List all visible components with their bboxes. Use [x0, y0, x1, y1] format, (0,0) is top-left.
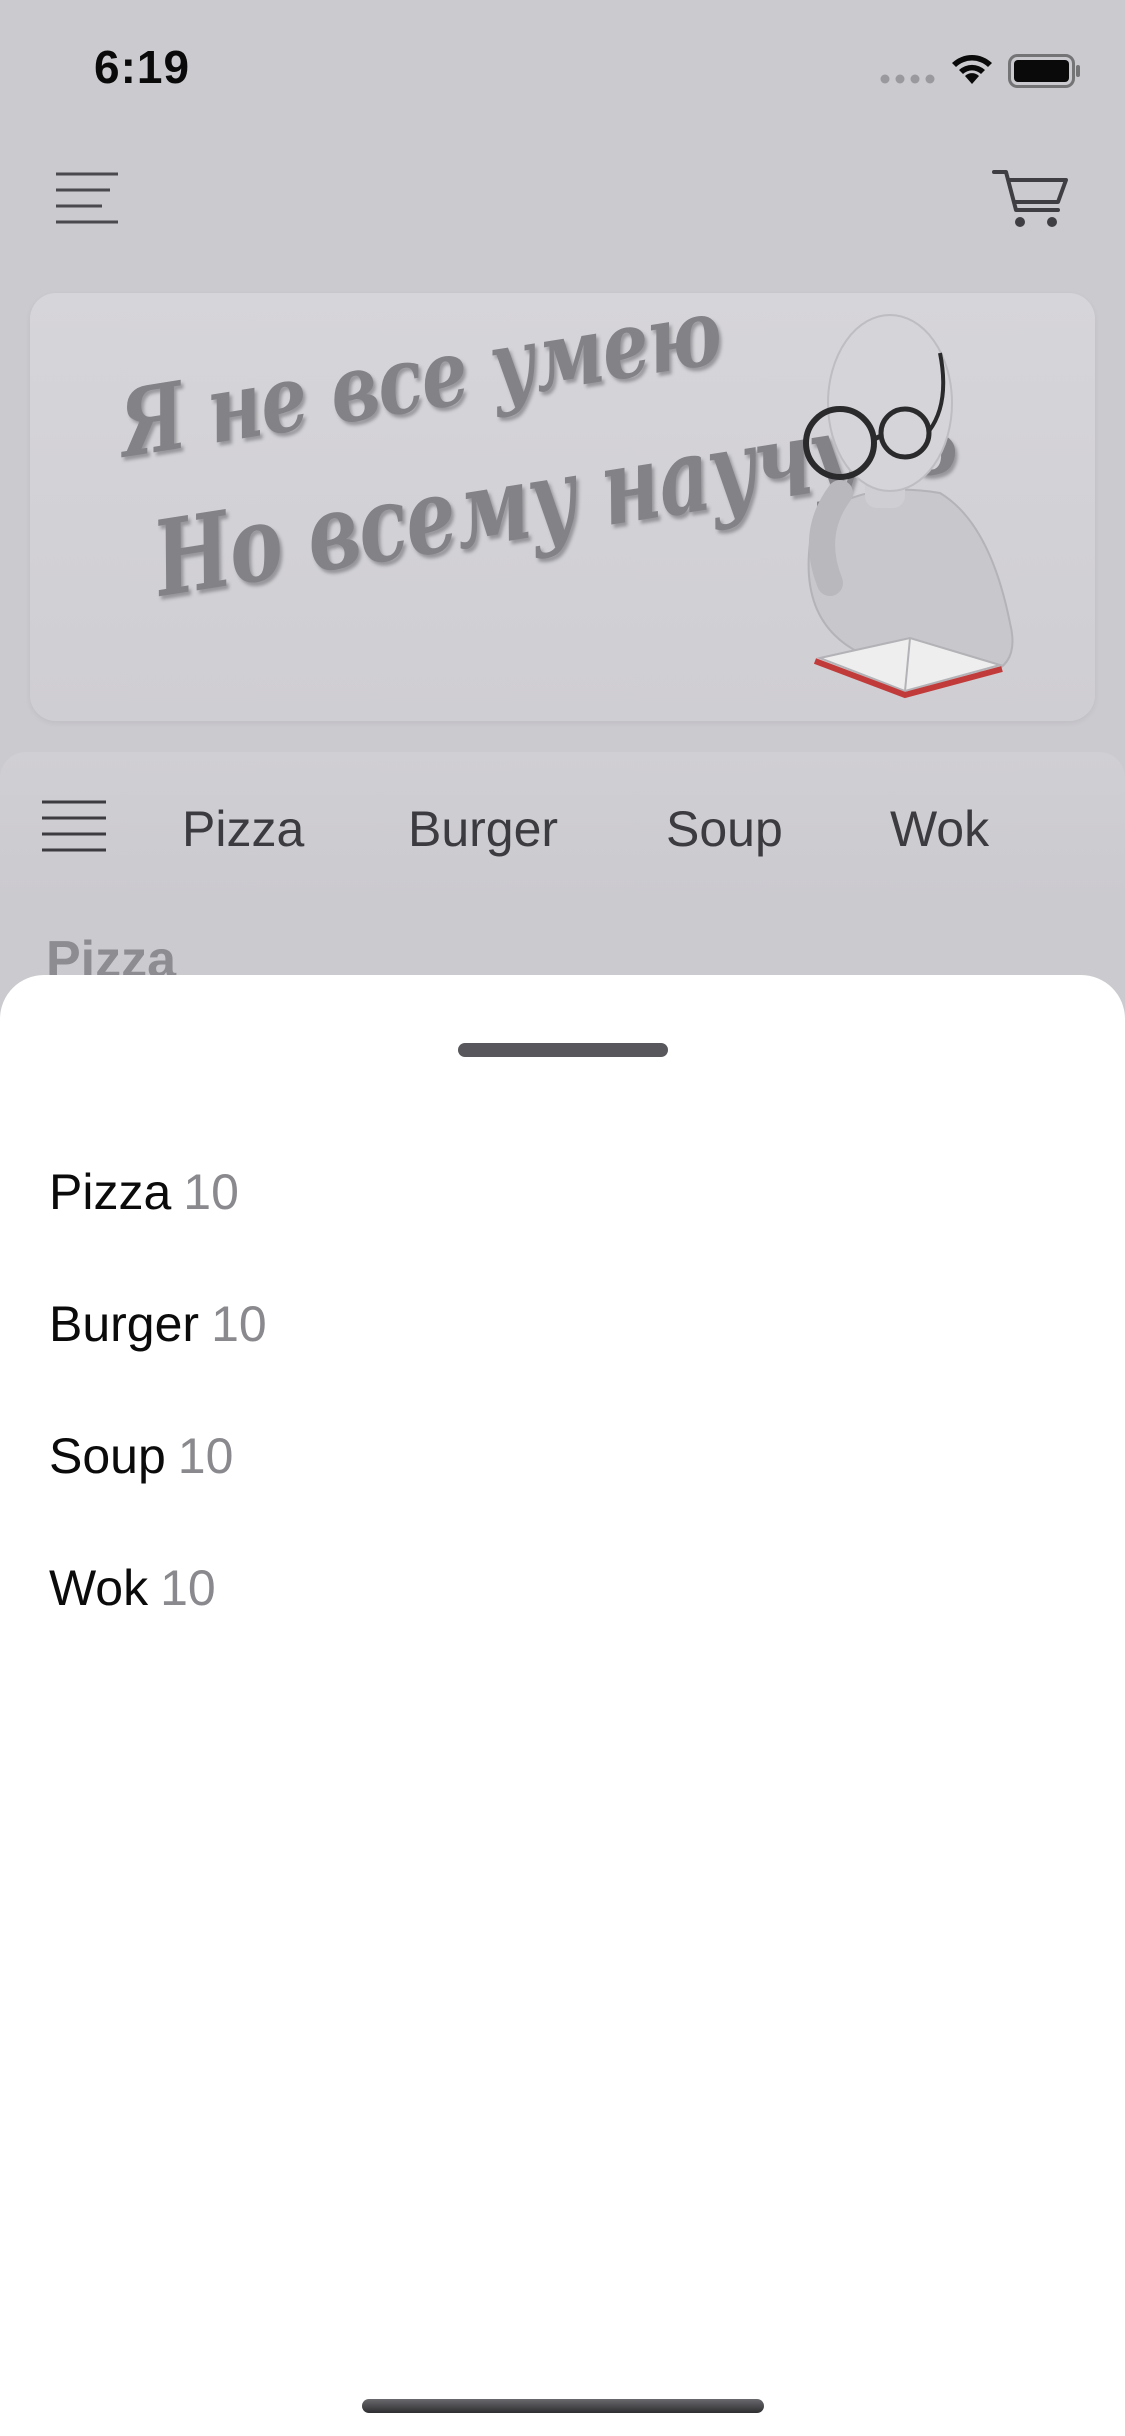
status-time: 6:19	[94, 41, 191, 93]
category-bottom-sheet: Pizza 10 Burger 10 Soup 10 Wok 10	[0, 975, 1125, 2436]
cellular-signal-icon	[880, 74, 935, 84]
sheet-item-burger[interactable]: Burger 10	[49, 1295, 267, 1353]
status-bar: 6:19	[0, 0, 1125, 140]
tab-pizza[interactable]: Pizza	[182, 800, 304, 858]
sheet-item-count: 10	[211, 1296, 267, 1352]
menu-icon[interactable]	[52, 168, 122, 228]
sheet-item-count: 10	[177, 1428, 234, 1484]
sheet-item-label: Soup	[49, 1428, 166, 1484]
wifi-icon	[952, 55, 992, 84]
cart-icon[interactable]	[990, 164, 1070, 234]
sheet-item-count: 10	[160, 1560, 216, 1616]
sheet-item-label: Burger	[49, 1296, 200, 1352]
reading-figure-illustration	[803, 314, 1014, 699]
sheet-item-count: 10	[183, 1164, 239, 1220]
tab-soup[interactable]: Soup	[666, 800, 783, 858]
category-menu-icon[interactable]	[40, 798, 110, 858]
promo-banner[interactable]: Я не все умею Но всему научусь	[30, 293, 1095, 721]
sheet-item-label: Pizza	[49, 1164, 172, 1220]
sheet-item-label: Wok	[49, 1560, 149, 1616]
sheet-item-soup[interactable]: Soup 10	[49, 1427, 233, 1485]
battery-icon	[1008, 54, 1080, 88]
category-tab-bar: Pizza Burger Soup Wok	[0, 752, 1125, 902]
tab-burger[interactable]: Burger	[408, 800, 558, 858]
app-screen: 6:19 Я не все умею Но всему научусь Pizz…	[0, 0, 1125, 2436]
sheet-item-wok[interactable]: Wok 10	[49, 1559, 216, 1617]
tab-wok[interactable]: Wok	[890, 800, 989, 858]
sheet-item-pizza[interactable]: Pizza 10	[49, 1163, 239, 1221]
home-indicator[interactable]	[362, 2399, 764, 2413]
sheet-drag-handle[interactable]	[458, 1043, 668, 1057]
